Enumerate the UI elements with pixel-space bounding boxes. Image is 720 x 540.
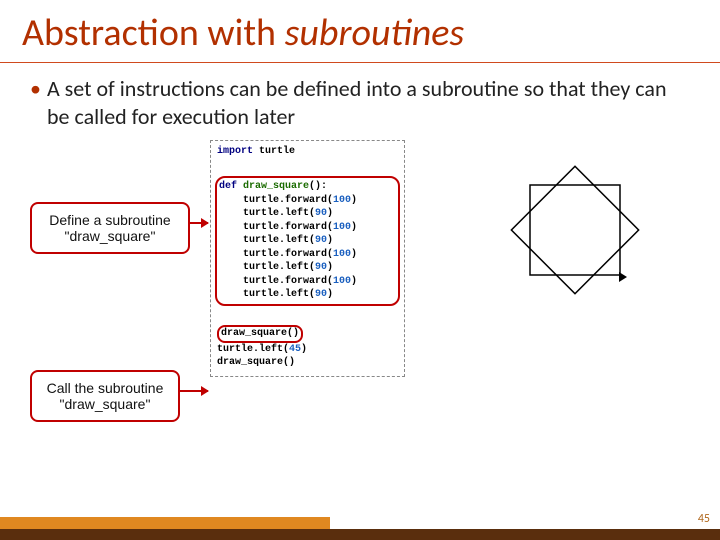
code-line: turtle.left(90) [219, 261, 396, 275]
code-def-highlight: def draw_square(): turtle.forward(100) t… [215, 176, 400, 306]
bullet-text: A set of instructions can be defined int… [47, 75, 690, 130]
title-text-2: subroutines [285, 10, 465, 56]
callout-define-line1: Define a subroutine [42, 212, 178, 228]
code-number: 45 [289, 344, 301, 355]
slide-title: Abstraction with subroutines [0, 0, 720, 63]
code-line: turtle.left(90) [219, 234, 396, 248]
code-line: turtle.forward(100) [219, 275, 396, 289]
bullet-dot-icon: • [30, 75, 41, 130]
footer-accent [0, 517, 330, 529]
code-block: import turtle def draw_square(): turtle.… [210, 140, 405, 377]
code-line: turtle.forward(100) [219, 221, 396, 235]
code-line: draw_square() [217, 356, 398, 370]
code-text: turtle [253, 146, 295, 157]
arrow-icon [180, 390, 208, 392]
content-area: Define a subroutine "draw_square" Call t… [0, 140, 720, 460]
code-line: turtle.left(90) [219, 207, 396, 221]
code-funcname: draw_square [237, 181, 309, 192]
code-keyword: def [219, 181, 237, 192]
code-line: draw_square() [217, 325, 303, 343]
code-blank [217, 159, 398, 173]
arrow-icon [190, 222, 208, 224]
footer-base [0, 529, 720, 540]
code-line: turtle.forward(100) [219, 248, 396, 262]
code-text: turtle.left( [217, 344, 289, 355]
callout-call-line2: "draw_square" [42, 396, 168, 412]
code-line: turtle.left(90) [219, 288, 396, 302]
footer-bar [0, 516, 720, 540]
code-blank [217, 310, 398, 324]
code-call-highlight: draw_square() [217, 323, 398, 343]
code-line: def draw_square(): [219, 180, 396, 194]
callout-define-line2: "draw_square" [42, 228, 178, 244]
bullet-item: • A set of instructions can be defined i… [0, 63, 720, 134]
code-keyword: import [217, 146, 253, 157]
code-text: (): [309, 181, 327, 192]
callout-call-line1: Call the subroutine [42, 380, 168, 396]
code-line: turtle.forward(100) [219, 194, 396, 208]
turtle-graphic [440, 155, 690, 325]
callout-define: Define a subroutine "draw_square" [30, 202, 190, 254]
title-text-1: Abstraction with [22, 10, 285, 56]
code-text: ) [301, 344, 307, 355]
code-line: import turtle [217, 145, 398, 159]
code-line: turtle.left(45) [217, 343, 398, 357]
callout-call: Call the subroutine "draw_square" [30, 370, 180, 422]
